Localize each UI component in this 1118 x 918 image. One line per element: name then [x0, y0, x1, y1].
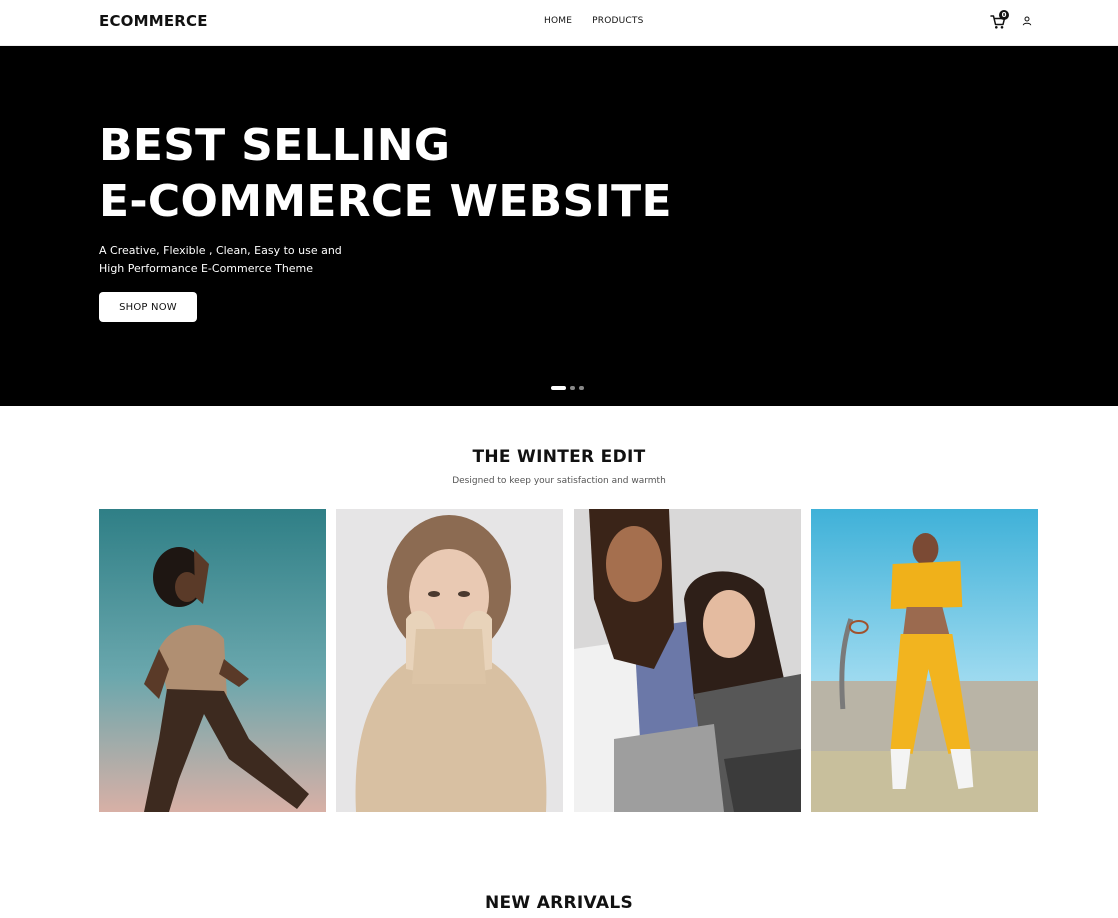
nav-icons: 0: [990, 10, 1036, 34]
gallery-image-3[interactable]: [574, 509, 801, 812]
new-arrivals-title: NEW ARRIVALS: [484, 893, 633, 913]
carousel-dot-1[interactable]: [551, 386, 566, 390]
cart-count-badge: 0: [999, 10, 1009, 20]
fashion-photo-couple: [574, 509, 801, 812]
hero-title-line-2: E-COMMERCE WEBSITE: [99, 176, 672, 227]
nav-link-products[interactable]: PRODUCTS: [592, 16, 643, 26]
gallery-image-4[interactable]: [811, 509, 1038, 812]
hero-subtitle: A Creative, Flexible , Clean, Easy to us…: [99, 242, 342, 278]
fashion-photo-sweater: [336, 509, 563, 812]
carousel-dot-3[interactable]: [579, 386, 584, 390]
main-nav: HOME PRODUCTS: [544, 16, 644, 26]
top-navbar: ECOMMERCE HOME PRODUCTS 0: [0, 0, 1118, 46]
hero-subtitle-line-2: High Performance E-Commerce Theme: [99, 262, 314, 275]
brand-logo[interactable]: ECOMMERCE: [99, 12, 208, 30]
gallery-image-1[interactable]: [99, 509, 326, 812]
winter-edit-gallery: [99, 509, 1039, 812]
cart-button[interactable]: 0: [990, 10, 1009, 30]
carousel-dot-2[interactable]: [570, 386, 575, 390]
carousel-indicators: [551, 386, 584, 390]
hero-title: BEST SELLING E-COMMERCE WEBSITE: [99, 118, 672, 230]
hero-banner: BEST SELLING E-COMMERCE WEBSITE A Creati…: [0, 46, 1118, 406]
hero-subtitle-line-1: A Creative, Flexible , Clean, Easy to us…: [99, 244, 342, 257]
fashion-photo-sky: [99, 509, 326, 812]
winter-edit-title: THE WINTER EDIT: [472, 447, 646, 467]
fashion-photo-yellow-tracksuit: [811, 509, 1038, 812]
gallery-image-2[interactable]: [336, 509, 563, 812]
account-button[interactable]: [1021, 15, 1033, 27]
hero-title-line-1: BEST SELLING: [99, 120, 451, 171]
user-icon: [1022, 16, 1032, 26]
shop-now-button[interactable]: SHOP NOW: [99, 292, 197, 322]
winter-edit-subtitle: Designed to keep your satisfaction and w…: [452, 476, 666, 486]
nav-link-home[interactable]: HOME: [544, 16, 572, 26]
